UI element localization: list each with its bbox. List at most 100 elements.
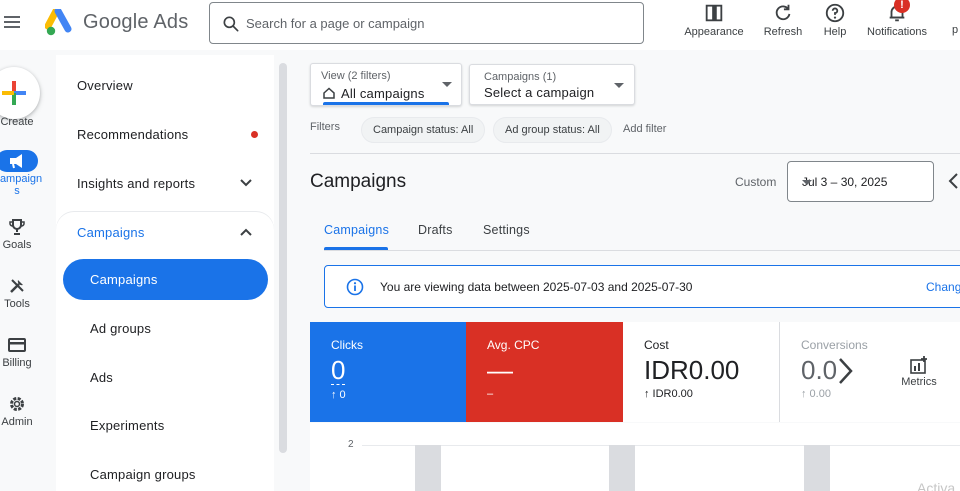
nav-item-recommendations[interactable]: Recommendations <box>56 114 274 154</box>
refresh-button[interactable]: Refresh <box>762 0 804 38</box>
tab-campaigns[interactable]: Campaigns <box>324 223 389 237</box>
campaign-selector-value: Select a campaign <box>484 85 595 100</box>
info-banner: You are viewing data between 2025-07-03 … <box>324 265 960 308</box>
trophy-icon <box>9 219 25 235</box>
tabs-divider <box>324 250 960 251</box>
nav-section-campaigns: Campaigns Campaigns Ad groups Ads Experi… <box>56 212 274 491</box>
info-icon <box>346 278 364 296</box>
metric-delta: ↑ 0 <box>331 389 346 401</box>
nav-overview-label: Overview <box>77 77 133 93</box>
metric-value: 0.0 <box>801 355 838 385</box>
chevron-right-icon[interactable] <box>834 355 856 387</box>
nav-sub-campaign-groups[interactable]: Campaign groups <box>63 454 268 491</box>
rail-admin-label: Admin <box>1 416 33 428</box>
nav-panel: Overview Recommendations Insights and re… <box>56 55 274 491</box>
info-message: You are viewing data between 2025-07-03 … <box>380 280 693 294</box>
rail-item-tools[interactable]: Tools <box>0 275 42 310</box>
nav-sub-campaigns[interactable]: Campaigns <box>63 259 268 300</box>
notifications-label: Notifications <box>867 26 927 38</box>
rail-item-campaigns[interactable]: Campaign s <box>0 150 42 197</box>
metric-name: Cost <box>644 338 669 352</box>
rail-tools-label: Tools <box>4 298 30 310</box>
nav-sub-ad-groups-label: Ad groups <box>90 321 152 336</box>
rail-item-billing[interactable]: Billing <box>0 334 42 369</box>
tab-settings[interactable]: Settings <box>483 223 530 237</box>
caret-down-icon <box>802 180 812 185</box>
metrics-button-label: Metrics <box>901 376 937 388</box>
chart-bar <box>804 445 830 491</box>
search-box[interactable] <box>209 2 644 44</box>
metric-name: Conversions <box>801 338 868 352</box>
nav-scrollbar[interactable] <box>279 63 287 453</box>
appearance-icon <box>705 4 723 22</box>
filter-chip-campaign-status[interactable]: Campaign status: All <box>361 117 486 143</box>
caret-down-icon <box>614 83 624 88</box>
metrics-button[interactable]: Metrics <box>895 354 943 388</box>
megaphone-icon <box>10 154 22 169</box>
chevron-left-icon[interactable] <box>946 171 960 191</box>
chart-bar <box>609 445 635 491</box>
top-bar: Google Ads Appearance Refresh Help ! Not… <box>0 0 960 50</box>
rail-item-admin[interactable]: Admin <box>0 393 42 428</box>
metric-delta: – <box>487 388 494 400</box>
nav-item-insights[interactable]: Insights and reports <box>56 163 274 203</box>
help-button[interactable]: Help <box>820 0 850 38</box>
metric-value: IDR0.00 <box>644 355 740 385</box>
date-range-selector[interactable]: Jul 3 – 30, 2025 <box>787 161 934 202</box>
metric-delta: ↑ IDR0.00 <box>644 388 693 400</box>
campaign-selector-caption: Campaigns (1) <box>484 71 557 83</box>
caret-down-icon <box>442 82 452 87</box>
nav-section-campaigns-header[interactable]: Campaigns <box>56 212 274 252</box>
create-button[interactable] <box>0 67 40 119</box>
view-selector-underline <box>323 102 449 105</box>
brand-name: Google Ads <box>83 11 189 33</box>
help-label: Help <box>823 26 847 38</box>
metric-delta: ↑ 0.00 <box>801 388 831 400</box>
nav-item-overview[interactable]: Overview <box>56 65 274 105</box>
rail-goals-label: Goals <box>2 239 32 251</box>
add-filter-link[interactable]: Add filter <box>623 123 666 135</box>
appearance-label: Appearance <box>684 26 744 38</box>
metric-card-cost[interactable]: Cost IDR0.00 ↑ IDR0.00 <box>623 322 780 422</box>
notification-dot <box>251 131 258 138</box>
divider <box>310 153 960 154</box>
view-selector[interactable]: View (2 filters) All campaigns <box>310 63 462 106</box>
nav-recommendations-label: Recommendations <box>77 126 189 142</box>
refresh-label: Refresh <box>763 26 803 38</box>
search-input[interactable] <box>246 13 626 33</box>
chart-bar <box>415 445 441 491</box>
credit-card-icon <box>8 338 26 352</box>
chart-gridline <box>362 445 960 446</box>
nav-section-label: Campaigns <box>77 224 145 240</box>
nav-sub-ad-groups[interactable]: Ad groups <box>63 308 268 349</box>
metric-value: — <box>487 355 513 385</box>
metric-name: Clicks <box>331 338 363 352</box>
gear-icon <box>10 397 24 411</box>
nav-sub-campaigns-label: Campaigns <box>90 272 158 287</box>
metric-card-avg-cpc[interactable]: Avg. CPC — – <box>466 322 623 422</box>
change-link[interactable]: Chang <box>926 280 960 294</box>
tab-drafts[interactable]: Drafts <box>418 223 453 237</box>
campaign-selector[interactable]: Campaigns (1) Select a campaign <box>469 64 635 105</box>
notifications-button[interactable]: ! Notifications <box>864 0 930 38</box>
account-label-cut[interactable]: p <box>952 24 958 36</box>
nav-sub-ads[interactable]: Ads <box>63 357 268 398</box>
appearance-button[interactable]: Appearance <box>683 0 745 38</box>
view-selector-caption: View (2 filters) <box>321 70 391 82</box>
chevron-up-icon <box>240 228 252 236</box>
chevron-down-icon <box>240 179 252 187</box>
nav-sub-campaign-groups-label: Campaign groups <box>90 467 196 482</box>
add-chart-icon <box>910 356 927 374</box>
plus-icon <box>2 81 26 105</box>
nav-sub-experiments[interactable]: Experiments <box>63 405 268 446</box>
page-title: Campaigns <box>310 171 407 192</box>
nav-insights-label: Insights and reports <box>77 175 196 191</box>
menu-icon[interactable] <box>4 13 26 35</box>
nav-sub-experiments-label: Experiments <box>90 418 165 433</box>
rail-create-label: Create <box>0 116 34 128</box>
filter-chip-ad-group-status[interactable]: Ad group status: All <box>493 117 612 143</box>
rail-item-goals[interactable]: Goals <box>0 216 42 251</box>
google-ads-logo <box>45 9 72 36</box>
metric-card-clicks[interactable]: Clicks 0 ↑ 0 <box>310 322 466 422</box>
rail-campaigns-label: Campaign s <box>0 173 43 197</box>
